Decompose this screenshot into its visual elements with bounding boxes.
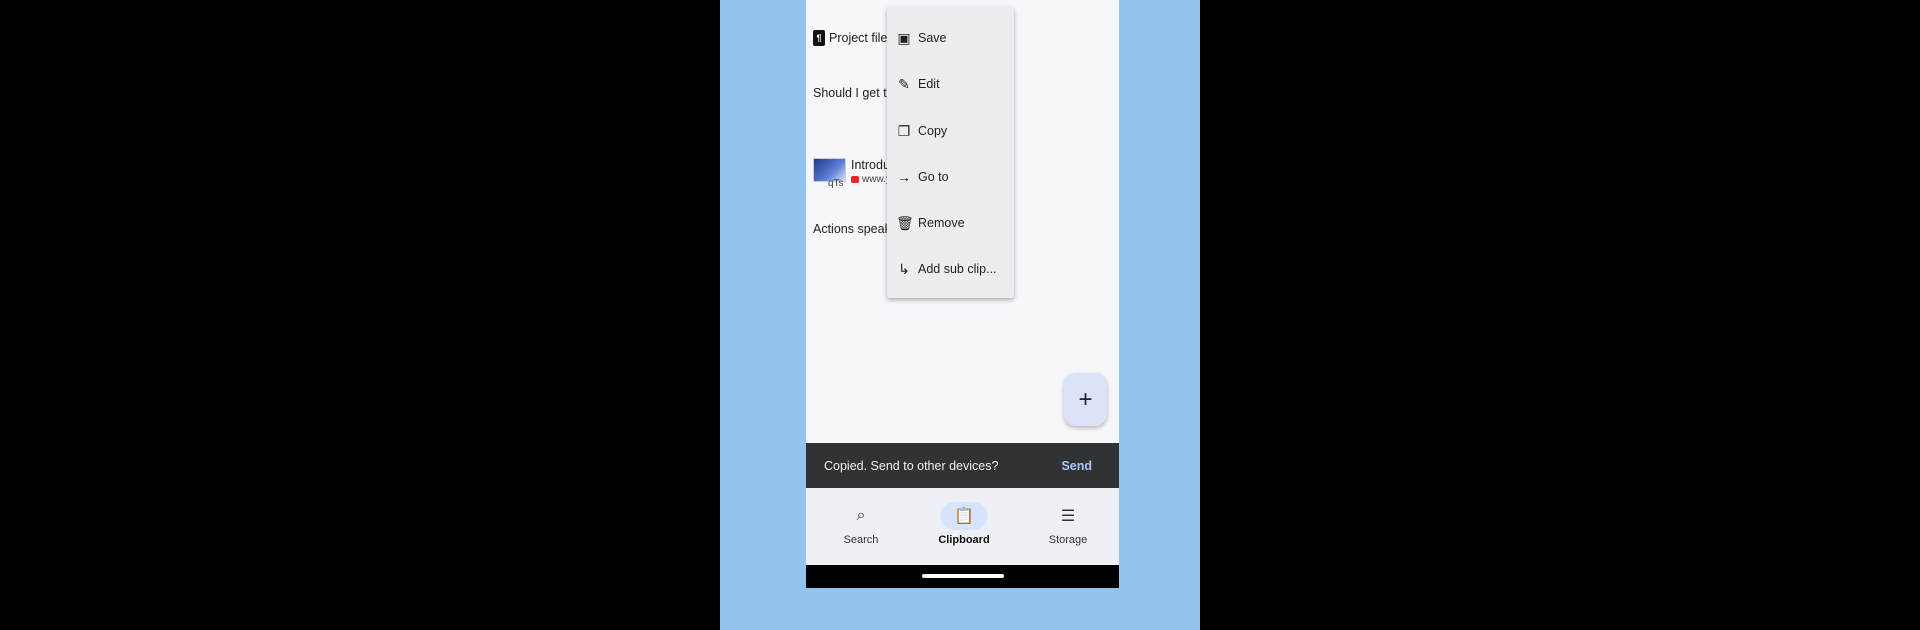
menu-item-add-sub-clip[interactable]: ↳ Add sub clip...: [887, 249, 1014, 289]
clip-item-text[interactable]: Should I get th: [813, 86, 894, 100]
home-gesture-handle[interactable]: [922, 574, 1004, 578]
subdirectory-arrow-icon: ↳: [898, 260, 910, 277]
menu-item-label: Add sub clip...: [918, 262, 997, 276]
clip-file-label: Project file: [829, 31, 888, 45]
copy-icon: ❐: [897, 122, 911, 139]
menu-item-copy[interactable]: ❐ Copy: [887, 111, 1014, 151]
snackbar-message: Copied. Send to other devices?: [824, 458, 999, 473]
menu-item-label: Copy: [918, 124, 948, 138]
bottom-navigation: ⌕ Search 📋 Clipboard ☰ Storage: [806, 488, 1119, 565]
menu-item-save[interactable]: ▣ Save: [887, 18, 1014, 58]
system-nav-bar: [806, 565, 1119, 588]
nav-item-search[interactable]: ⌕ Search: [821, 502, 901, 546]
storage-icon: ☰: [1060, 508, 1076, 525]
context-menu: ▣ Save ✎ Edit ❐ Copy → Go to 🗑 Remove ↳ …: [887, 7, 1014, 298]
menu-item-go-to[interactable]: → Go to: [887, 157, 1014, 197]
link-url-suffix: qTs: [828, 178, 844, 189]
nav-item-clipboard[interactable]: 📋 Clipboard: [924, 502, 1004, 546]
clipboard-icon: 📋: [940, 502, 988, 530]
menu-item-edit[interactable]: ✎ Edit: [887, 64, 1014, 104]
nav-label: Clipboard: [938, 534, 990, 546]
menu-item-label: Save: [918, 31, 947, 45]
pencil-icon: ✎: [898, 75, 910, 92]
menu-item-label: Go to: [918, 170, 949, 184]
clip-item-quote[interactable]: Actions speak: [813, 222, 891, 236]
trash-icon: 🗑: [896, 214, 914, 231]
send-button[interactable]: Send: [1061, 459, 1092, 473]
nav-label: Storage: [1048, 534, 1088, 546]
search-icon: ⌕: [856, 507, 866, 524]
plus-icon: +: [1078, 385, 1093, 413]
document-icon: ¶: [813, 30, 825, 46]
add-clip-button[interactable]: +: [1064, 373, 1107, 426]
menu-item-remove[interactable]: 🗑 Remove: [887, 203, 1014, 243]
save-icon: ▣: [897, 29, 911, 46]
nav-item-storage[interactable]: ☰ Storage: [1028, 502, 1108, 546]
clip-item-file[interactable]: ¶ Project file: [813, 30, 887, 46]
youtube-icon: [851, 176, 859, 183]
menu-item-label: Edit: [918, 77, 940, 91]
menu-item-label: Remove: [918, 216, 965, 230]
nav-label: Search: [843, 534, 879, 546]
clip-item-link[interactable]: Introduc www.y: [813, 158, 896, 185]
snackbar: Copied. Send to other devices? Send: [806, 443, 1119, 488]
arrow-right-icon: →: [897, 169, 911, 185]
